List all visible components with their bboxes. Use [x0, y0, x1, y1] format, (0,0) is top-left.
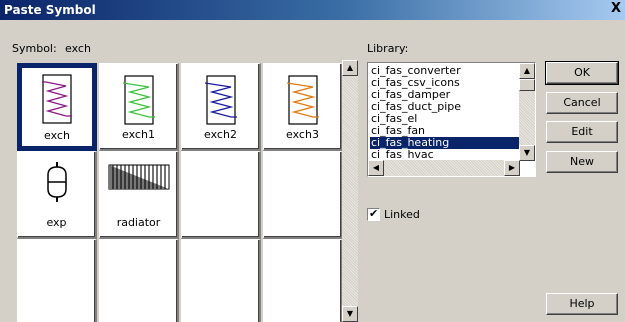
symbol-grid: exch exch1 exch2 exch3 exp radiator [14, 60, 342, 322]
symbol-cell-exp[interactable]: exp [17, 151, 97, 239]
symbol-label-exp: exp [46, 216, 67, 229]
symbol-label-radiator: radiator [116, 216, 161, 229]
scroll-left-icon[interactable]: ◀ [368, 160, 384, 176]
paste-symbol-dialog: Paste Symbol X Symbol: exch Library: exc… [0, 0, 625, 322]
symbol-cell-empty[interactable] [17, 239, 97, 322]
help-button[interactable]: Help [546, 293, 618, 315]
symbol-cell-exch2[interactable]: exch2 [181, 63, 261, 151]
expansion-tank-icon [46, 162, 67, 202]
new-button[interactable]: New [546, 151, 618, 173]
symbol-label-exch3: exch3 [286, 128, 319, 141]
close-icon[interactable]: X [609, 2, 623, 16]
symbol-label-exch1: exch1 [122, 128, 155, 141]
window-title: Paste Symbol [4, 3, 96, 17]
scroll-thumb[interactable] [519, 79, 535, 91]
heat-exchanger-icon [286, 75, 319, 125]
heat-exchanger-icon [122, 75, 155, 125]
ok-button[interactable]: OK [545, 61, 619, 85]
symbol-label-exch: exch [44, 129, 70, 142]
symbol-cell-empty[interactable] [263, 151, 342, 239]
list-item[interactable]: ci_fas_hvac [370, 149, 520, 159]
title-bar[interactable]: Paste Symbol X [0, 0, 625, 20]
symbol-cell-exch[interactable]: exch [17, 63, 97, 151]
symbol-label-exch2: exch2 [204, 128, 237, 141]
heat-exchanger-icon [42, 74, 72, 124]
symbol-grid-scrollbar[interactable]: ▲ ▼ [342, 60, 358, 322]
symbol-cell-exch3[interactable]: exch3 [263, 63, 342, 151]
scroll-up-icon[interactable]: ▲ [519, 63, 535, 79]
radiator-icon [108, 164, 169, 190]
symbol-cell-radiator[interactable]: radiator [99, 151, 179, 239]
symbol-cell-empty[interactable] [181, 239, 261, 322]
heat-exchanger-icon [204, 75, 237, 125]
checkmark-icon: ✔ [369, 206, 379, 220]
library-vertical-scrollbar[interactable]: ▲ ▼ [519, 63, 535, 161]
symbol-cell-exch1[interactable]: exch1 [99, 63, 179, 151]
linked-checkbox[interactable]: ✔ [367, 206, 380, 221]
edit-button[interactable]: Edit [546, 121, 618, 143]
symbol-cell-empty[interactable] [263, 239, 342, 322]
library-horizontal-scrollbar[interactable]: ◀ ▶ [368, 160, 520, 176]
symbol-label: Symbol: [12, 42, 57, 55]
linked-checkbox-row[interactable]: ✔ Linked [367, 207, 420, 221]
symbol-value: exch [65, 42, 91, 55]
scroll-right-icon[interactable]: ▶ [504, 160, 520, 176]
scroll-up-icon[interactable]: ▲ [342, 60, 358, 76]
symbol-cell-empty[interactable] [99, 239, 179, 322]
library-listbox[interactable]: ci_fas_converter ci_fas_csv_icons ci_fas… [367, 62, 536, 177]
cancel-button[interactable]: Cancel [546, 92, 618, 114]
linked-label: Linked [384, 207, 420, 221]
scroll-down-icon[interactable]: ▼ [519, 145, 535, 161]
scroll-down-icon[interactable]: ▼ [342, 306, 358, 322]
library-label: Library: [367, 42, 409, 55]
symbol-cell-empty[interactable] [181, 151, 261, 239]
list-item-selected[interactable]: ci_fas_heating [370, 137, 520, 149]
